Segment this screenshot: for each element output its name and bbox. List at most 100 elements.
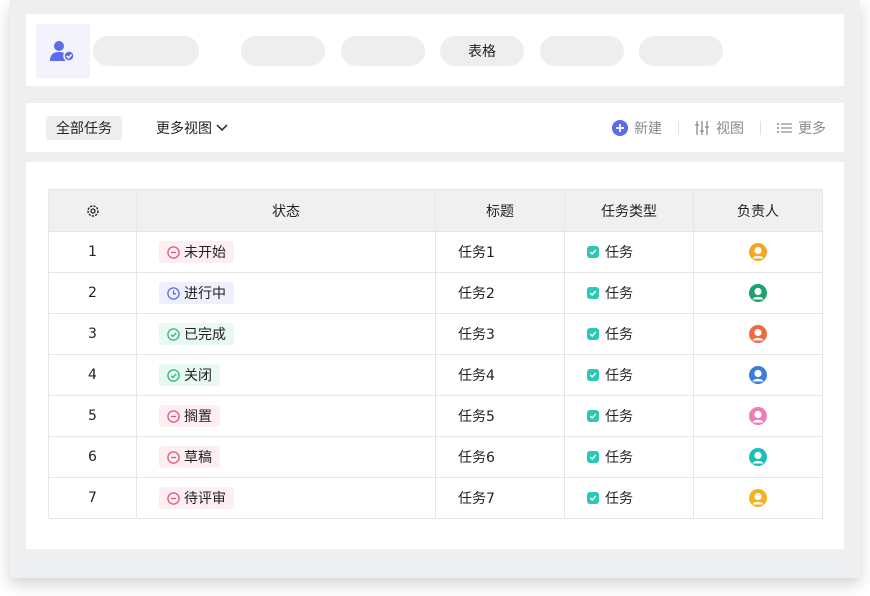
table-header-row: 状态 标题 任务类型 负责人	[48, 189, 823, 232]
owner-cell[interactable]	[693, 395, 823, 437]
divider	[678, 121, 679, 135]
more-views-label: 更多视图	[156, 121, 212, 137]
status-label: 进行中	[184, 286, 226, 302]
check-circle-icon	[167, 368, 180, 382]
avatar-icon[interactable]	[749, 243, 767, 261]
title-cell[interactable]: 任务3	[435, 313, 565, 355]
user-avatar-button[interactable]	[36, 24, 90, 78]
type-cell[interactable]: 任务	[564, 354, 694, 396]
status-badge[interactable]: 关闭	[159, 364, 220, 386]
header-status[interactable]: 状态	[136, 189, 436, 232]
table-row[interactable]: 7 待评审 任务7 任务	[48, 477, 823, 519]
type-cell[interactable]: 任务	[564, 395, 694, 437]
nav-tab-table[interactable]: 表格	[440, 36, 524, 66]
owner-cell[interactable]	[693, 477, 823, 519]
toolbar-actions: 新建 视图 更多	[612, 116, 826, 140]
row-number: 3	[48, 313, 137, 355]
task-type-icon	[587, 246, 599, 258]
more-views-dropdown[interactable]: 更多视图	[156, 116, 228, 140]
avatar-icon[interactable]	[749, 366, 767, 384]
more-button[interactable]: 更多	[777, 118, 826, 138]
avatar-icon[interactable]	[749, 284, 767, 302]
status-badge[interactable]: 草稿	[159, 446, 220, 468]
type-cell[interactable]: 任务	[564, 477, 694, 519]
status-badge[interactable]: 未开始	[159, 241, 234, 263]
owner-cell[interactable]	[693, 313, 823, 355]
header-task-type[interactable]: 任务类型	[564, 189, 694, 232]
type-cell[interactable]: 任务	[564, 231, 694, 273]
status-badge[interactable]: 已完成	[159, 323, 234, 345]
table-row[interactable]: 6 草稿 任务6 任务	[48, 436, 823, 478]
new-button[interactable]: 新建	[612, 118, 662, 138]
nav-tab-5[interactable]	[540, 36, 624, 66]
owner-cell[interactable]	[693, 231, 823, 273]
nav-tab-6[interactable]	[639, 36, 723, 66]
title-cell[interactable]: 任务2	[435, 272, 565, 314]
status-badge[interactable]: 搁置	[159, 405, 220, 427]
title-cell[interactable]: 任务5	[435, 395, 565, 437]
table-row[interactable]: 5 搁置 任务5 任务	[48, 395, 823, 437]
table-row[interactable]: 2 进行中 任务2 任务	[48, 272, 823, 314]
user-check-icon	[50, 41, 75, 62]
check-circle-icon	[167, 327, 180, 341]
table-row[interactable]: 1 未开始 任务1 任务	[48, 231, 823, 273]
minus-circle-icon	[167, 450, 180, 464]
type-cell[interactable]: 任务	[564, 436, 694, 478]
all-tasks-button[interactable]: 全部任务	[46, 116, 122, 140]
status-cell[interactable]: 草稿	[136, 436, 436, 478]
status-cell[interactable]: 进行中	[136, 272, 436, 314]
task-type-label: 任务	[605, 327, 633, 343]
table-panel: 状态 标题 任务类型 负责人 1 未开始 任务1 任务 2 进行中 任务2 任务 3 已完成 任务3…	[26, 162, 844, 549]
more-label: 更多	[798, 121, 826, 137]
title-cell[interactable]: 任务7	[435, 477, 565, 519]
row-number: 1	[48, 231, 137, 273]
status-badge[interactable]: 待评审	[159, 487, 234, 509]
task-type-icon	[587, 451, 599, 463]
owner-cell[interactable]	[693, 272, 823, 314]
column-settings-button[interactable]	[48, 189, 137, 232]
view-settings-button[interactable]: 视图	[695, 118, 744, 138]
owner-cell[interactable]	[693, 354, 823, 396]
title-cell[interactable]: 任务6	[435, 436, 565, 478]
new-label: 新建	[634, 121, 662, 137]
row-number: 4	[48, 354, 137, 396]
task-title: 任务5	[458, 409, 495, 425]
nav-tab-3[interactable]	[341, 36, 425, 66]
table-row[interactable]: 3 已完成 任务3 任务	[48, 313, 823, 355]
title-cell[interactable]: 任务4	[435, 354, 565, 396]
task-type-icon	[587, 328, 599, 340]
task-type-label: 任务	[605, 368, 633, 384]
status-cell[interactable]: 未开始	[136, 231, 436, 273]
type-cell[interactable]: 任务	[564, 313, 694, 355]
task-type-icon	[587, 369, 599, 381]
status-cell[interactable]: 已完成	[136, 313, 436, 355]
avatar-icon[interactable]	[749, 448, 767, 466]
status-cell[interactable]: 搁置	[136, 395, 436, 437]
title-cell[interactable]: 任务1	[435, 231, 565, 273]
avatar-icon[interactable]	[749, 489, 767, 507]
nav-tab-1[interactable]	[93, 36, 199, 66]
header-owner[interactable]: 负责人	[693, 189, 823, 232]
owner-cell[interactable]	[693, 436, 823, 478]
status-label: 搁置	[184, 409, 212, 425]
avatar-icon[interactable]	[749, 325, 767, 343]
status-label: 未开始	[184, 245, 226, 261]
task-type-icon	[587, 410, 599, 422]
status-cell[interactable]: 待评审	[136, 477, 436, 519]
row-number: 6	[48, 436, 137, 478]
task-type-icon	[587, 287, 599, 299]
task-type-label: 任务	[605, 245, 633, 261]
chevron-down-icon	[216, 124, 228, 132]
table-row[interactable]: 4 关闭 任务4 任务	[48, 354, 823, 396]
task-title: 任务2	[458, 286, 495, 302]
status-label: 草稿	[184, 450, 212, 466]
view-toolbar: 全部任务 更多视图 新建 视图 更多	[26, 103, 844, 152]
status-cell[interactable]: 关闭	[136, 354, 436, 396]
status-badge[interactable]: 进行中	[159, 282, 234, 304]
list-icon	[777, 123, 792, 133]
nav-tab-2[interactable]	[241, 36, 325, 66]
type-cell[interactable]: 任务	[564, 272, 694, 314]
task-title: 任务6	[458, 450, 495, 466]
header-title[interactable]: 标题	[435, 189, 565, 232]
avatar-icon[interactable]	[749, 407, 767, 425]
